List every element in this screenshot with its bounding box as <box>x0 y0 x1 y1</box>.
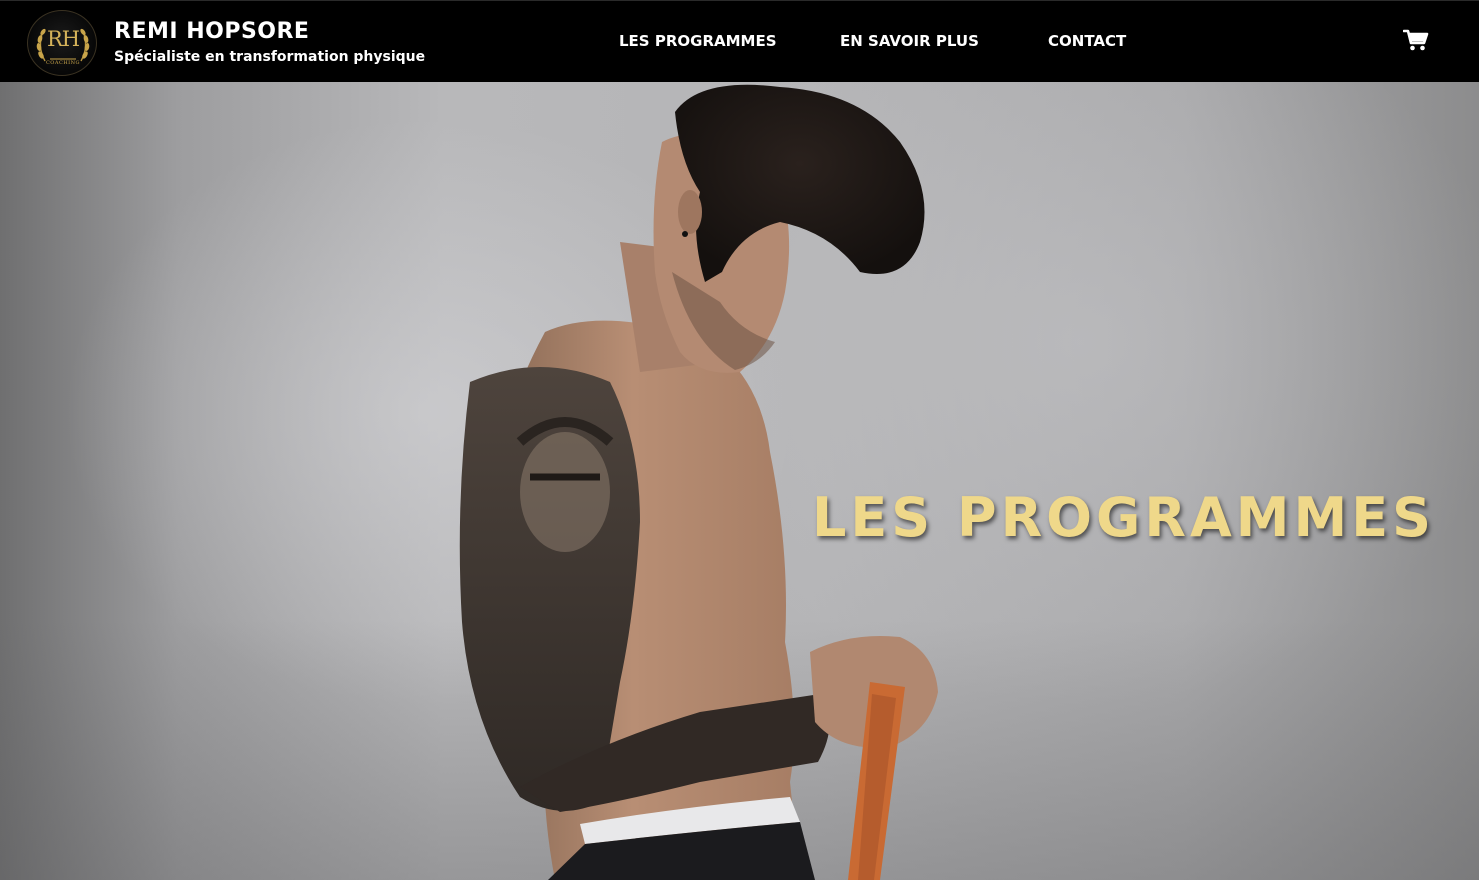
hero-section: LES PROGRAMMES <box>0 82 1479 880</box>
nav-link-programmes[interactable]: LES PROGRAMMES <box>619 31 777 51</box>
site-header: RH COACHING REMI HOPSORE Spécialiste en … <box>0 0 1479 82</box>
nav-link-en-savoir-plus[interactable]: EN SAVOIR PLUS <box>840 31 979 51</box>
brand-name[interactable]: REMI HOPSORE <box>114 19 309 45</box>
logo-monogram: RH <box>46 27 80 51</box>
hero-photo <box>459 84 938 880</box>
shopping-cart-icon[interactable] <box>1402 28 1429 52</box>
brand-logo[interactable]: RH COACHING <box>27 10 97 76</box>
brand-tagline: Spécialiste en transformation physique <box>114 49 426 65</box>
logo-caption: COACHING <box>45 60 81 66</box>
nav-link-contact[interactable]: CONTACT <box>1048 31 1126 51</box>
page: RH COACHING REMI HOPSORE Spécialiste en … <box>0 0 1479 880</box>
hero-title: LES PROGRAMMES <box>812 486 1435 549</box>
